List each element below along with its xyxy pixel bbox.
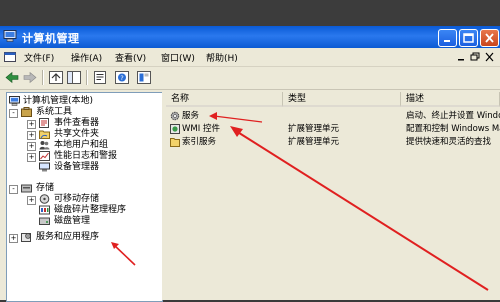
tree-item-label: 磁盘管理 — [54, 216, 91, 226]
minimize-icon — [458, 59, 464, 61]
restore-icon — [470, 52, 480, 61]
maximize-icon — [463, 33, 474, 43]
computer-icon — [9, 96, 20, 106]
console-tree-icon[interactable] — [66, 70, 82, 85]
device-manager-icon — [39, 162, 50, 172]
list-item-type: 扩展管理单元 — [288, 137, 340, 147]
list-item[interactable]: 索引服务 扩展管理单元 提供快速和灵活的查找 — [166, 136, 500, 148]
tree-item-label: 服务和应用程序 — [36, 232, 100, 242]
expand-toggle[interactable]: + — [27, 120, 36, 129]
tree-item-label: 设备管理器 — [54, 162, 100, 172]
close-icon — [485, 33, 494, 43]
expand-toggle[interactable]: + — [27, 196, 36, 205]
minimize-icon — [444, 40, 450, 42]
close-button[interactable] — [480, 29, 499, 47]
column-header-type[interactable]: 类型 — [283, 92, 401, 107]
event-viewer-icon — [39, 118, 49, 128]
tree-item-label: 本地用户和组 — [54, 140, 109, 150]
computer-icon — [3, 30, 17, 42]
column-header-name[interactable]: 名称 — [166, 92, 283, 107]
defrag-icon — [39, 205, 50, 215]
index-icon — [170, 138, 180, 147]
expand-toggle[interactable]: + — [27, 131, 36, 140]
performance-icon — [39, 151, 50, 161]
up-folder-icon[interactable] — [48, 70, 64, 85]
services-apps-icon — [21, 233, 31, 242]
child-minimize-button[interactable] — [456, 52, 467, 62]
list-item[interactable]: 服务 启动、终止并设置 Windows — [166, 110, 500, 122]
collapse-toggle[interactable]: - — [9, 185, 18, 194]
svg-text:?: ? — [120, 74, 123, 82]
tree-item-label: 存储 — [36, 183, 55, 193]
expand-toggle[interactable]: + — [9, 234, 18, 243]
tree-item-label: 可移动存储 — [54, 194, 100, 204]
list-item-description: 提供快速和灵活的查找 — [406, 137, 492, 147]
back-icon[interactable] — [4, 70, 20, 85]
column-header-description[interactable]: 描述 — [401, 92, 500, 107]
column-header-row: 名称 类型 描述 — [166, 92, 500, 108]
list-item-description: 配置和控制 Windows Manage — [406, 124, 500, 134]
minimize-button[interactable] — [438, 29, 457, 47]
tree-item-label: 性能日志和警报 — [54, 151, 118, 161]
list-item[interactable]: WMI 控件 扩展管理单元 配置和控制 Windows Manage — [166, 123, 500, 135]
menu-help[interactable]: 帮助(H) — [206, 51, 238, 64]
users-icon — [39, 141, 50, 150]
toolbar-separator — [86, 70, 88, 85]
desktop-background — [0, 0, 500, 26]
toolbar: ? — [0, 67, 500, 90]
expand-toggle[interactable]: + — [27, 153, 36, 162]
tree-item-label: 磁盘碎片整理程序 — [54, 205, 127, 215]
wmi-icon — [170, 124, 180, 134]
disk-management-icon — [39, 217, 50, 225]
window-title: 计算机管理 — [22, 32, 80, 45]
tree-root-label: 计算机管理(本地) — [23, 96, 94, 106]
child-close-button[interactable] — [484, 52, 495, 62]
maximize-button[interactable] — [459, 29, 478, 47]
removable-storage-icon — [39, 194, 50, 204]
help-icon[interactable]: ? — [114, 70, 130, 85]
list-item-type: 扩展管理单元 — [288, 124, 340, 134]
menu-file[interactable]: 文件(F) — [24, 51, 54, 64]
tree-item-label: 事件查看器 — [54, 118, 100, 128]
properties-icon[interactable] — [92, 70, 108, 85]
menu-view[interactable]: 查看(V) — [115, 51, 146, 64]
menu-action[interactable]: 操作(A) — [71, 51, 102, 64]
tools-icon — [21, 107, 32, 117]
shared-folder-icon — [39, 130, 50, 139]
list-item-description: 启动、终止并设置 Windows — [406, 111, 500, 121]
document-icon — [4, 52, 16, 62]
storage-icon — [21, 184, 32, 193]
menu-bar: 文件(F) 操作(A) 查看(V) 窗口(W) 帮助(H) — [0, 48, 500, 67]
export-icon[interactable] — [136, 70, 152, 85]
menu-window[interactable]: 窗口(W) — [161, 51, 195, 64]
gear-icon — [170, 111, 180, 121]
expand-toggle[interactable]: + — [27, 142, 36, 151]
title-bar[interactable]: 计算机管理 — [0, 26, 500, 48]
list-item-name: 服务 — [182, 111, 200, 121]
tree-item-label: 共享文件夹 — [54, 129, 100, 139]
list-item-name: WMI 控件 — [182, 124, 220, 134]
forward-icon[interactable] — [22, 70, 38, 85]
tree-item-label: 系统工具 — [36, 107, 73, 117]
toolbar-separator — [42, 70, 44, 85]
list-item-name: 索引服务 — [182, 137, 217, 147]
child-restore-button[interactable] — [470, 52, 481, 62]
collapse-toggle[interactable]: - — [9, 109, 18, 118]
close-icon — [485, 52, 494, 62]
